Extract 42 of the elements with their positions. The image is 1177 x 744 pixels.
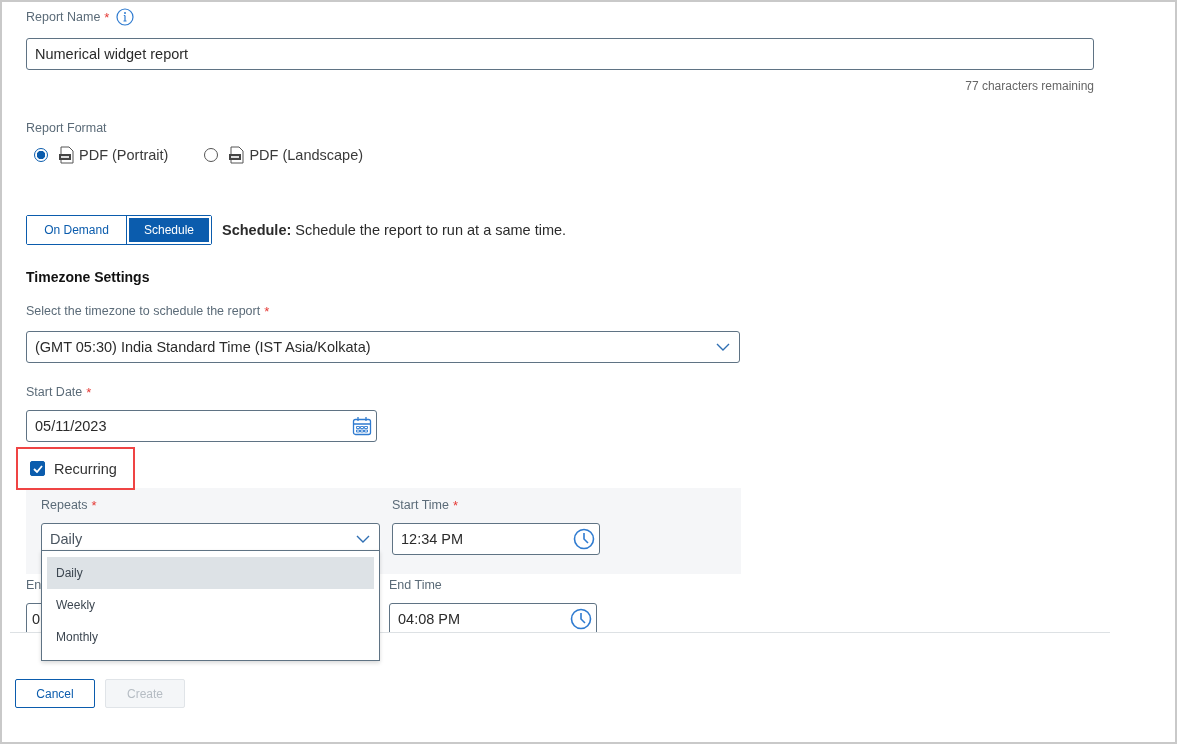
field-label: Start Time xyxy=(392,498,449,512)
info-icon xyxy=(116,8,135,26)
clock-icon xyxy=(570,608,592,630)
pdf-file-icon xyxy=(228,146,245,164)
radio-button[interactable] xyxy=(34,148,48,162)
cancel-button[interactable]: Cancel xyxy=(15,679,95,708)
field-label: Report Format xyxy=(26,121,107,135)
toggle-option[interactable]: Schedule xyxy=(127,216,211,244)
checkbox[interactable] xyxy=(30,461,45,476)
required-mark: * xyxy=(86,384,92,400)
mode-description: Schedule: Schedule the report to run at a same time. xyxy=(222,222,567,238)
required-mark: * xyxy=(264,303,270,319)
radio-label: PDF (Landscape) xyxy=(249,147,364,163)
dropdown-option[interactable]: Weekly xyxy=(47,589,374,621)
required-mark: * xyxy=(91,497,97,513)
checkbox-label: Recurring xyxy=(54,460,117,477)
radio-label: PDF (Portrait) xyxy=(79,147,169,163)
section-heading: Timezone Settings xyxy=(26,269,151,285)
time-field[interactable]: 04:08 PM xyxy=(389,603,597,632)
dropdown-option[interactable]: Daily xyxy=(47,557,374,589)
field-label: Repeats xyxy=(41,498,88,512)
text-field[interactable]: Numerical widget report xyxy=(26,38,1094,70)
date-field[interactable]: 05/11/2023 xyxy=(26,410,377,442)
required-mark: * xyxy=(452,497,459,513)
clock-icon xyxy=(573,528,595,550)
field-label: Report Name xyxy=(26,10,101,24)
field-label: Start Date xyxy=(26,385,83,399)
required-mark: * xyxy=(104,9,110,25)
check-icon xyxy=(32,464,43,473)
character-counter: 77 characters remaining xyxy=(964,79,1094,93)
toggle-option[interactable]: On Demand xyxy=(27,216,127,244)
calendar-icon xyxy=(352,416,372,436)
pdf-file-icon xyxy=(58,146,74,164)
chevron-down-icon xyxy=(355,533,371,545)
field-label: Select the timezone to schedule the report xyxy=(26,304,261,318)
timezone-select[interactable]: (GMT 05:30) India Standard Time (IST Asia/Kolkata) xyxy=(26,331,740,363)
dropdown-option[interactable]: Monthly xyxy=(47,621,374,653)
field-label: En xyxy=(26,578,42,592)
chevron-down-icon xyxy=(715,341,731,353)
radio-button[interactable] xyxy=(204,148,219,162)
field-label: End Time xyxy=(389,578,442,592)
time-field[interactable]: 12:34 PM xyxy=(392,523,600,555)
